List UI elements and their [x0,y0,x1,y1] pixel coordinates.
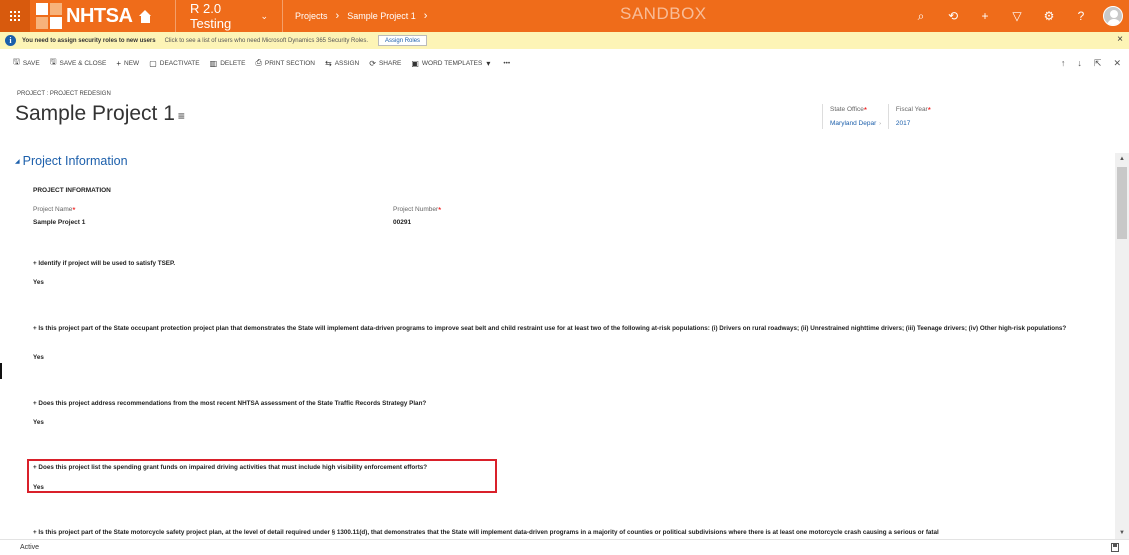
save-close-icon: 🖫 [49,57,57,66]
nhtsa-logo[interactable]: NHTSA [30,0,175,32]
subsection-heading: PROJECT INFORMATION [33,187,111,194]
page-title: Sample Project 1 ≡ [15,102,185,126]
word-templates-button[interactable]: ▣ WORD TEMPLATES ▾ [411,59,493,68]
required-icon: * [438,206,442,215]
gear-icon[interactable]: ⚙ [1033,0,1065,32]
answer-value[interactable]: Yes [33,354,44,361]
chevron-down-icon: ▾ [486,58,491,68]
answer-value[interactable]: Yes [33,419,44,426]
more-commands-button[interactable]: ••• [503,60,510,67]
project-name-label: Project Name [33,206,73,213]
project-number-value[interactable]: 00291 [393,219,441,226]
deactivate-icon: ▢ [149,58,157,68]
save-close-button[interactable]: 🖫 SAVE & CLOSE [50,56,107,70]
project-name-value[interactable]: Sample Project 1 [33,219,85,226]
breadcrumb-projects[interactable]: Projects [295,11,328,21]
command-bar: 🖫 SAVE 🖫 SAVE & CLOSE + NEW ▢ DEACTIVATE ▥ DE… [0,54,1129,72]
home-icon [139,9,152,23]
deactivate-button[interactable]: ▢ DEACTIVATE [149,59,199,68]
project-number-label: Project Number [393,206,439,213]
assign-button[interactable]: ⇆ ASSIGN [325,59,359,68]
top-nav-bar: NHTSA R 2.0 Testing ⌄ Projects › Sample … [0,0,1129,32]
scroll-down-arrow-icon[interactable]: ▼ [1115,527,1129,539]
form-selector-icon[interactable]: ≡ [178,109,185,123]
question-label: + Identify if project will be used to sa… [33,260,176,267]
state-office-value[interactable]: Maryland Depar [830,120,876,127]
record-title-text: Sample Project 1 [15,102,175,125]
fiscal-year-label: Fiscal Year [895,106,928,113]
section-title: Project Information [22,154,128,168]
close-icon[interactable]: × [1117,34,1123,45]
info-icon: i [5,35,16,46]
status-bar: Active [0,539,1129,555]
fiscal-year-field: Fiscal Year* 2017 [887,104,938,129]
environment-label: SANDBOX [620,4,707,23]
notification-title: You need to assign security roles to new… [22,37,156,44]
highlight-box [27,459,497,493]
share-button[interactable]: ⟳ SHARE [369,59,401,68]
edge-marker [0,363,2,379]
assign-icon: ⇆ [324,58,332,68]
collapse-triangle-icon: ◢ [15,159,20,166]
arrow-up-icon[interactable]: ↑ [1061,58,1066,68]
delete-button[interactable]: ▥ DELETE [210,59,246,68]
breadcrumb-record[interactable]: Sample Project 1 [347,11,416,21]
user-avatar[interactable] [1103,6,1123,26]
save-icon: 🖫 [13,57,20,66]
required-icon: * [72,206,76,215]
top-icon-group: ⌕ ⟲ + ▽ ⚙ ? [905,0,1129,32]
record-status: Active [20,544,40,551]
plus-icon[interactable]: + [969,0,1001,32]
print-section-button[interactable]: ⎙ PRINT SECTION [255,58,315,68]
form-body: PROJECT INFORMATION Project Name* Sample… [0,171,1115,539]
app-name: R 2.0 Testing [190,1,232,31]
breadcrumb: Projects › Sample Project 1 › [283,0,435,32]
share-icon: ⟳ [369,58,376,68]
save-icon[interactable] [1111,543,1119,552]
entity-breadcrumb: PROJECT : PROJECT REDESIGN [17,91,111,97]
app-switcher[interactable]: R 2.0 Testing ⌄ [176,0,282,32]
required-icon: * [927,106,931,115]
chevron-right-icon[interactable]: › [424,10,428,22]
state-office-field: State Office* Maryland Depar › [822,104,888,129]
scroll-up-arrow-icon[interactable]: ▲ [1115,153,1129,165]
word-icon: ▣ [411,58,419,68]
assign-roles-button[interactable]: Assign Roles [378,35,428,46]
chevron-down-icon: ⌄ [260,10,268,21]
header-fields: State Office* Maryland Depar › Fiscal Yea… [822,104,938,129]
record-navigation: ↑ ↓ ⇱ ✕ [1049,54,1121,72]
popout-icon[interactable]: ⇱ [1094,58,1102,69]
help-icon[interactable]: ? [1065,0,1097,32]
state-office-label: State Office [830,106,864,113]
required-icon: * [863,106,867,115]
chevron-right-icon: › [335,10,340,22]
scrollbar-thumb[interactable] [1117,167,1127,239]
project-number-field[interactable]: Project Number* 00291 [393,206,441,226]
filter-icon[interactable]: ▽ [1001,0,1033,32]
fiscal-year-value[interactable]: 2017 [896,120,910,127]
printer-icon: ⎙ [255,58,262,67]
trash-icon: ▥ [209,58,218,68]
logo-text: NHTSA [66,5,133,27]
save-button[interactable]: 🖫 SAVE [13,56,40,70]
arrow-down-icon[interactable]: ↓ [1077,58,1082,68]
close-icon[interactable]: ✕ [1113,58,1121,69]
question-label: + Does this project address recommendati… [33,400,427,407]
notification-bar: i You need to assign security roles to n… [0,32,1129,49]
plus-icon: + [116,58,122,68]
section-toggle-project-information[interactable]: ◢ Project Information [15,154,128,168]
project-name-field[interactable]: Project Name* Sample Project 1 [33,206,85,226]
notification-text[interactable]: Click to see a list of users who need Mi… [165,38,368,44]
answer-value[interactable]: Yes [33,279,44,286]
app-launcher-button[interactable] [0,0,30,32]
question-label: + Is this project part of the State occu… [33,325,1067,332]
new-button[interactable]: + NEW [116,59,139,68]
history-icon[interactable]: ⟲ [937,0,969,32]
question-label: + Is this project part of the State moto… [33,529,939,536]
form-scrollbar[interactable]: ▲ ▼ [1115,153,1129,539]
nhtsa-emblem-icon [36,3,62,29]
search-icon[interactable]: ⌕ [905,0,937,32]
waffle-icon [10,11,20,21]
lookup-icon[interactable]: › [879,121,881,127]
